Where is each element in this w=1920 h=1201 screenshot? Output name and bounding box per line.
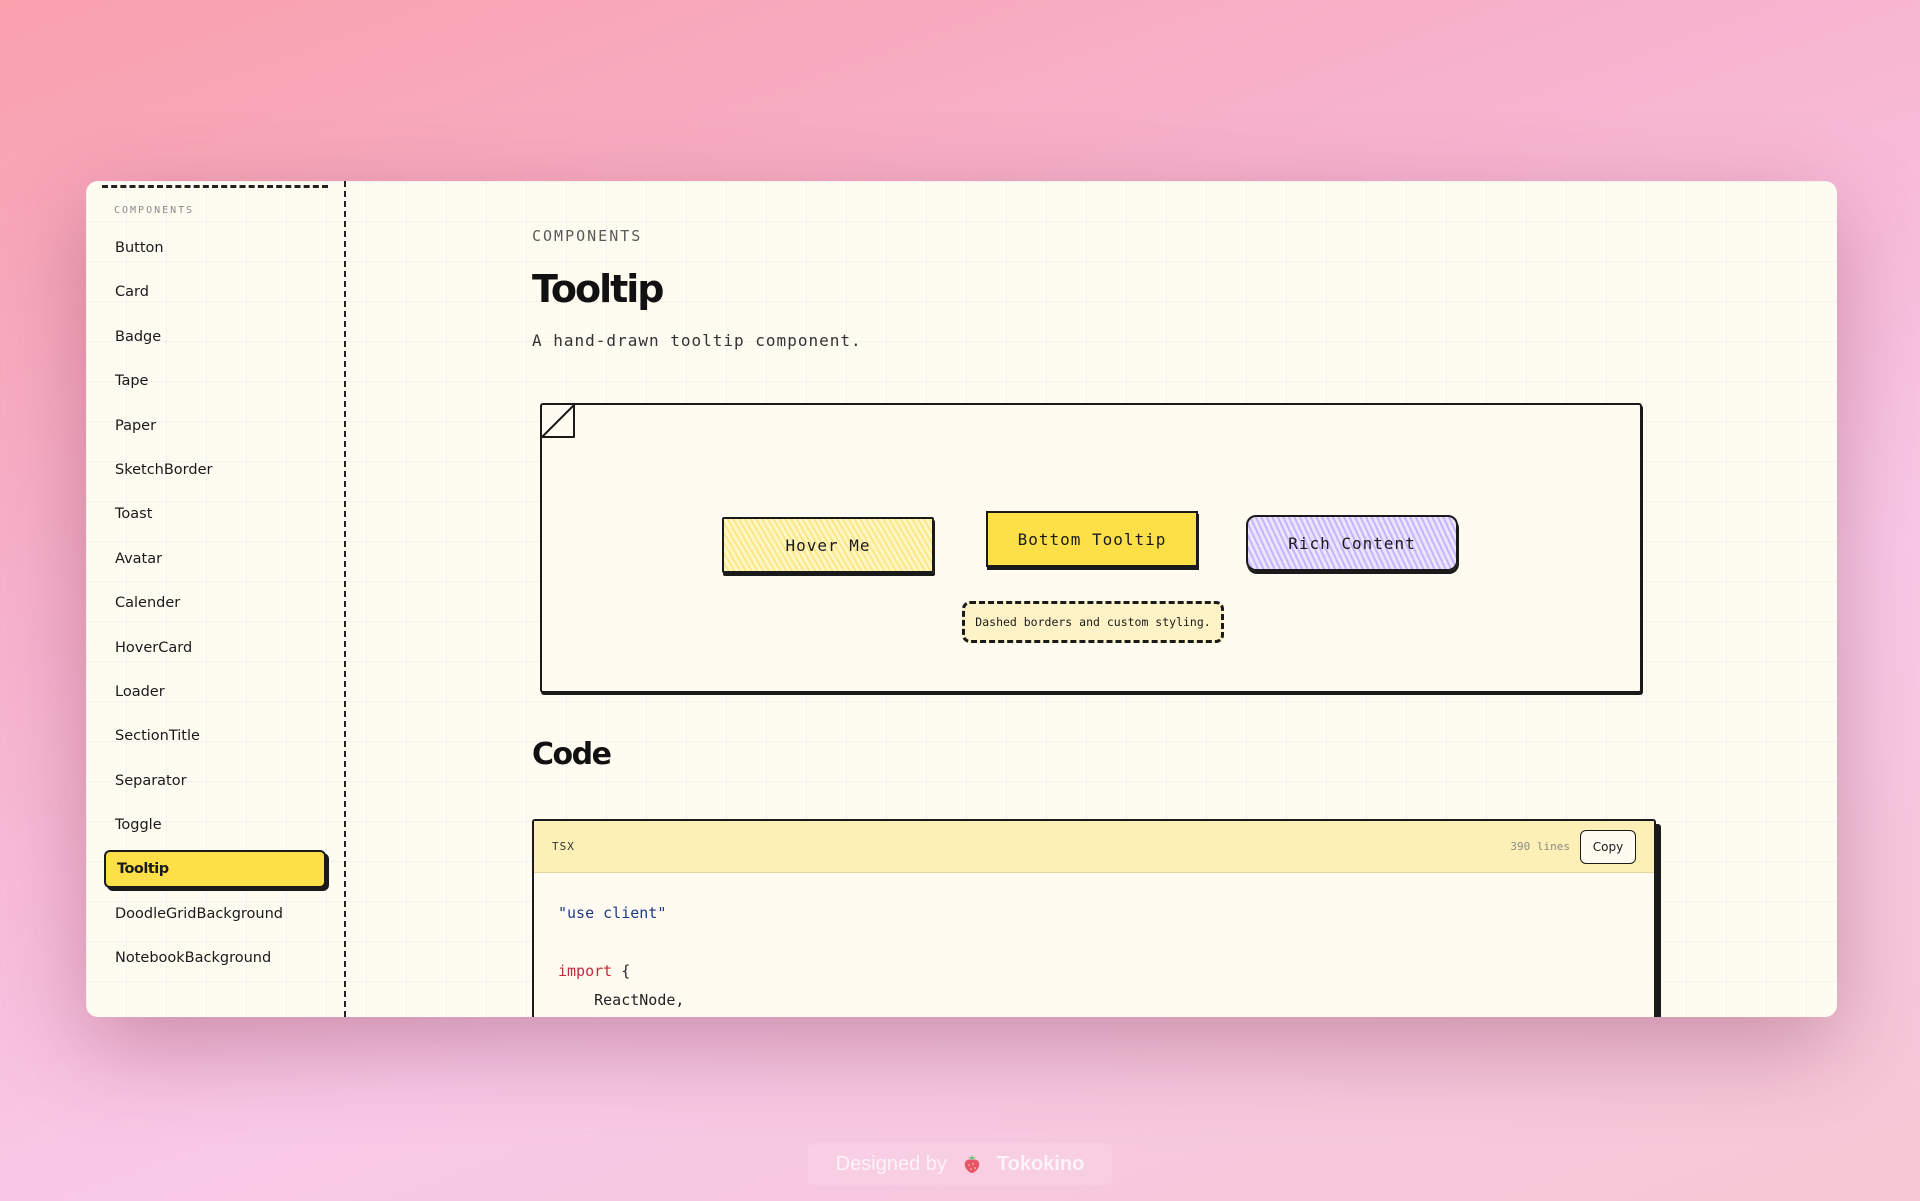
sidebar-heading: COMPONENTS	[114, 205, 195, 216]
code-language-label: TSX	[552, 840, 575, 853]
code-block: TSX 390 lines Copy "use client" import {…	[532, 819, 1656, 1017]
sidebar-item-sketchborder[interactable]: SketchBorder	[104, 451, 326, 489]
strawberry-icon	[961, 1153, 983, 1175]
sidebar-item-calender[interactable]: Calender	[104, 584, 326, 622]
app-window: COMPONENTS Button Card Badge Tape Paper …	[86, 181, 1837, 1017]
code-token-string: "use client"	[558, 904, 667, 922]
code-token-keyword: import	[558, 962, 613, 980]
sidebar-item-avatar[interactable]: Avatar	[104, 540, 326, 578]
code-line: "use client"	[558, 899, 1630, 928]
folded-corner-icon	[541, 404, 575, 438]
sidebar-item-hovercard[interactable]: HoverCard	[104, 629, 326, 667]
code-line: ReactNode,	[558, 986, 1630, 1015]
sidebar-item-notebookbackground[interactable]: NotebookBackground	[104, 939, 326, 977]
sidebar-item-sectiontitle[interactable]: SectionTitle	[104, 717, 326, 755]
tooltip-popup: Dashed borders and custom styling.	[962, 601, 1224, 643]
brand-name[interactable]: Tokokino	[997, 1153, 1084, 1176]
bottom-tooltip-button[interactable]: Bottom Tooltip	[986, 511, 1198, 567]
sidebar-item-paper[interactable]: Paper	[104, 407, 326, 445]
sidebar-item-badge[interactable]: Badge	[104, 318, 326, 356]
code-header: TSX 390 lines Copy	[534, 821, 1654, 873]
rich-content-button[interactable]: Rich Content	[1246, 515, 1458, 571]
page-title: Tooltip	[532, 267, 665, 311]
sidebar-item-card[interactable]: Card	[104, 273, 326, 311]
designed-by-footer: Designed by Tokokino	[808, 1143, 1112, 1185]
designed-by-label: Designed by	[835, 1152, 947, 1175]
page-description: A hand-drawn tooltip component.	[532, 331, 862, 350]
sidebar-item-toggle[interactable]: Toggle	[104, 806, 326, 844]
code-token-punct: {	[612, 962, 631, 980]
sidebar-top-divider	[102, 185, 328, 188]
demo-preview-card: Hover Me Bottom Tooltip Rich Content Das…	[540, 403, 1642, 693]
code-token-identifier: ReactNode,	[558, 991, 685, 1009]
page-eyebrow: COMPONENTS	[532, 227, 643, 245]
sidebar-item-button[interactable]: Button	[104, 229, 326, 267]
sidebar-item-separator[interactable]: Separator	[104, 762, 326, 800]
sidebar-divider	[344, 181, 346, 1017]
sidebar-item-loader[interactable]: Loader	[104, 673, 326, 711]
sidebar: COMPONENTS Button Card Badge Tape Paper …	[86, 181, 346, 1017]
hover-me-button[interactable]: Hover Me	[722, 517, 934, 573]
sidebar-item-toast[interactable]: Toast	[104, 495, 326, 533]
sidebar-item-tooltip[interactable]: Tooltip	[104, 850, 326, 889]
code-line: import {	[558, 957, 1630, 986]
sidebar-item-tape[interactable]: Tape	[104, 362, 326, 400]
sidebar-nav: Button Card Badge Tape Paper SketchBorde…	[104, 229, 326, 984]
code-content: "use client" import { ReactNode,	[534, 873, 1654, 1017]
code-line-count: 390 lines	[1510, 840, 1570, 853]
code-section-title: Code	[532, 737, 612, 772]
copy-button[interactable]: Copy	[1580, 829, 1636, 864]
sidebar-item-doodlegridbackground[interactable]: DoodleGridBackground	[104, 895, 326, 933]
